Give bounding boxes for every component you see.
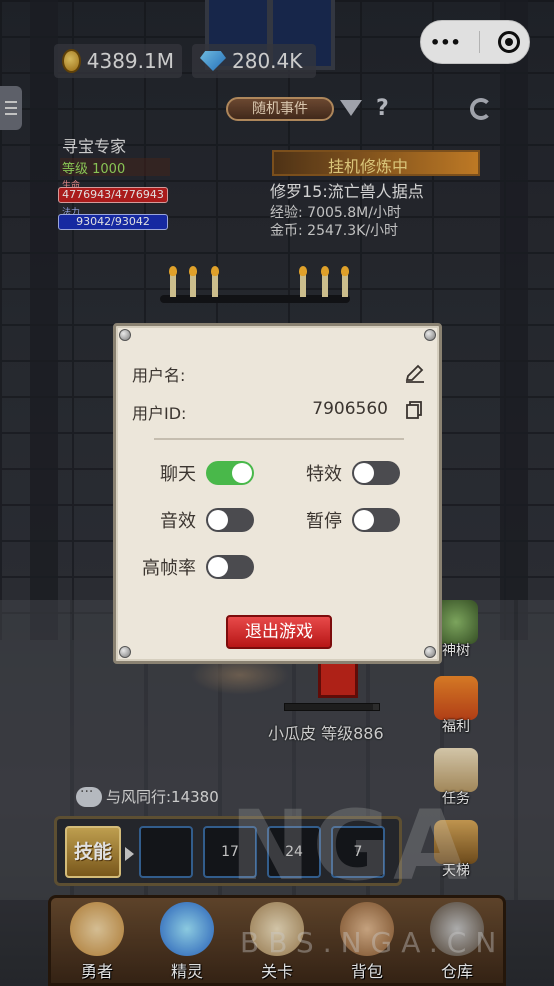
rivet [424,329,436,341]
copy-icon[interactable] [404,400,424,420]
pause-option-label: 暂停 [306,511,342,532]
exit-game-button[interactable]: 退出游戏 [226,615,332,649]
high-fps-option-label: 高帧率 [142,558,196,579]
sound-option-label: 音效 [160,511,196,532]
username-label: 用户名: [132,366,186,385]
rivet [119,646,131,658]
userid-label: 用户ID: [132,404,187,423]
effects-option-label: 特效 [306,464,342,485]
chat-toggle[interactable] [206,461,254,485]
settings-dialog: 用户名: 用户ID: 7906560 聊天 特效 音效 暂停 高帧率 退出游戏 [113,323,442,664]
edit-icon[interactable] [404,362,426,384]
game-scene: 4389.1M 280.4K ••• 随机事件 ? 寻宝专家 等级 1000 生… [0,0,554,986]
pause-toggle[interactable] [352,508,400,532]
sound-toggle[interactable] [206,508,254,532]
userid-value: 7906560 [312,399,388,419]
high-fps-toggle[interactable] [206,555,254,579]
rivet [424,646,436,658]
rivet [119,329,131,341]
effects-toggle[interactable] [352,461,400,485]
chat-option-label: 聊天 [160,464,196,485]
divider [154,438,404,440]
